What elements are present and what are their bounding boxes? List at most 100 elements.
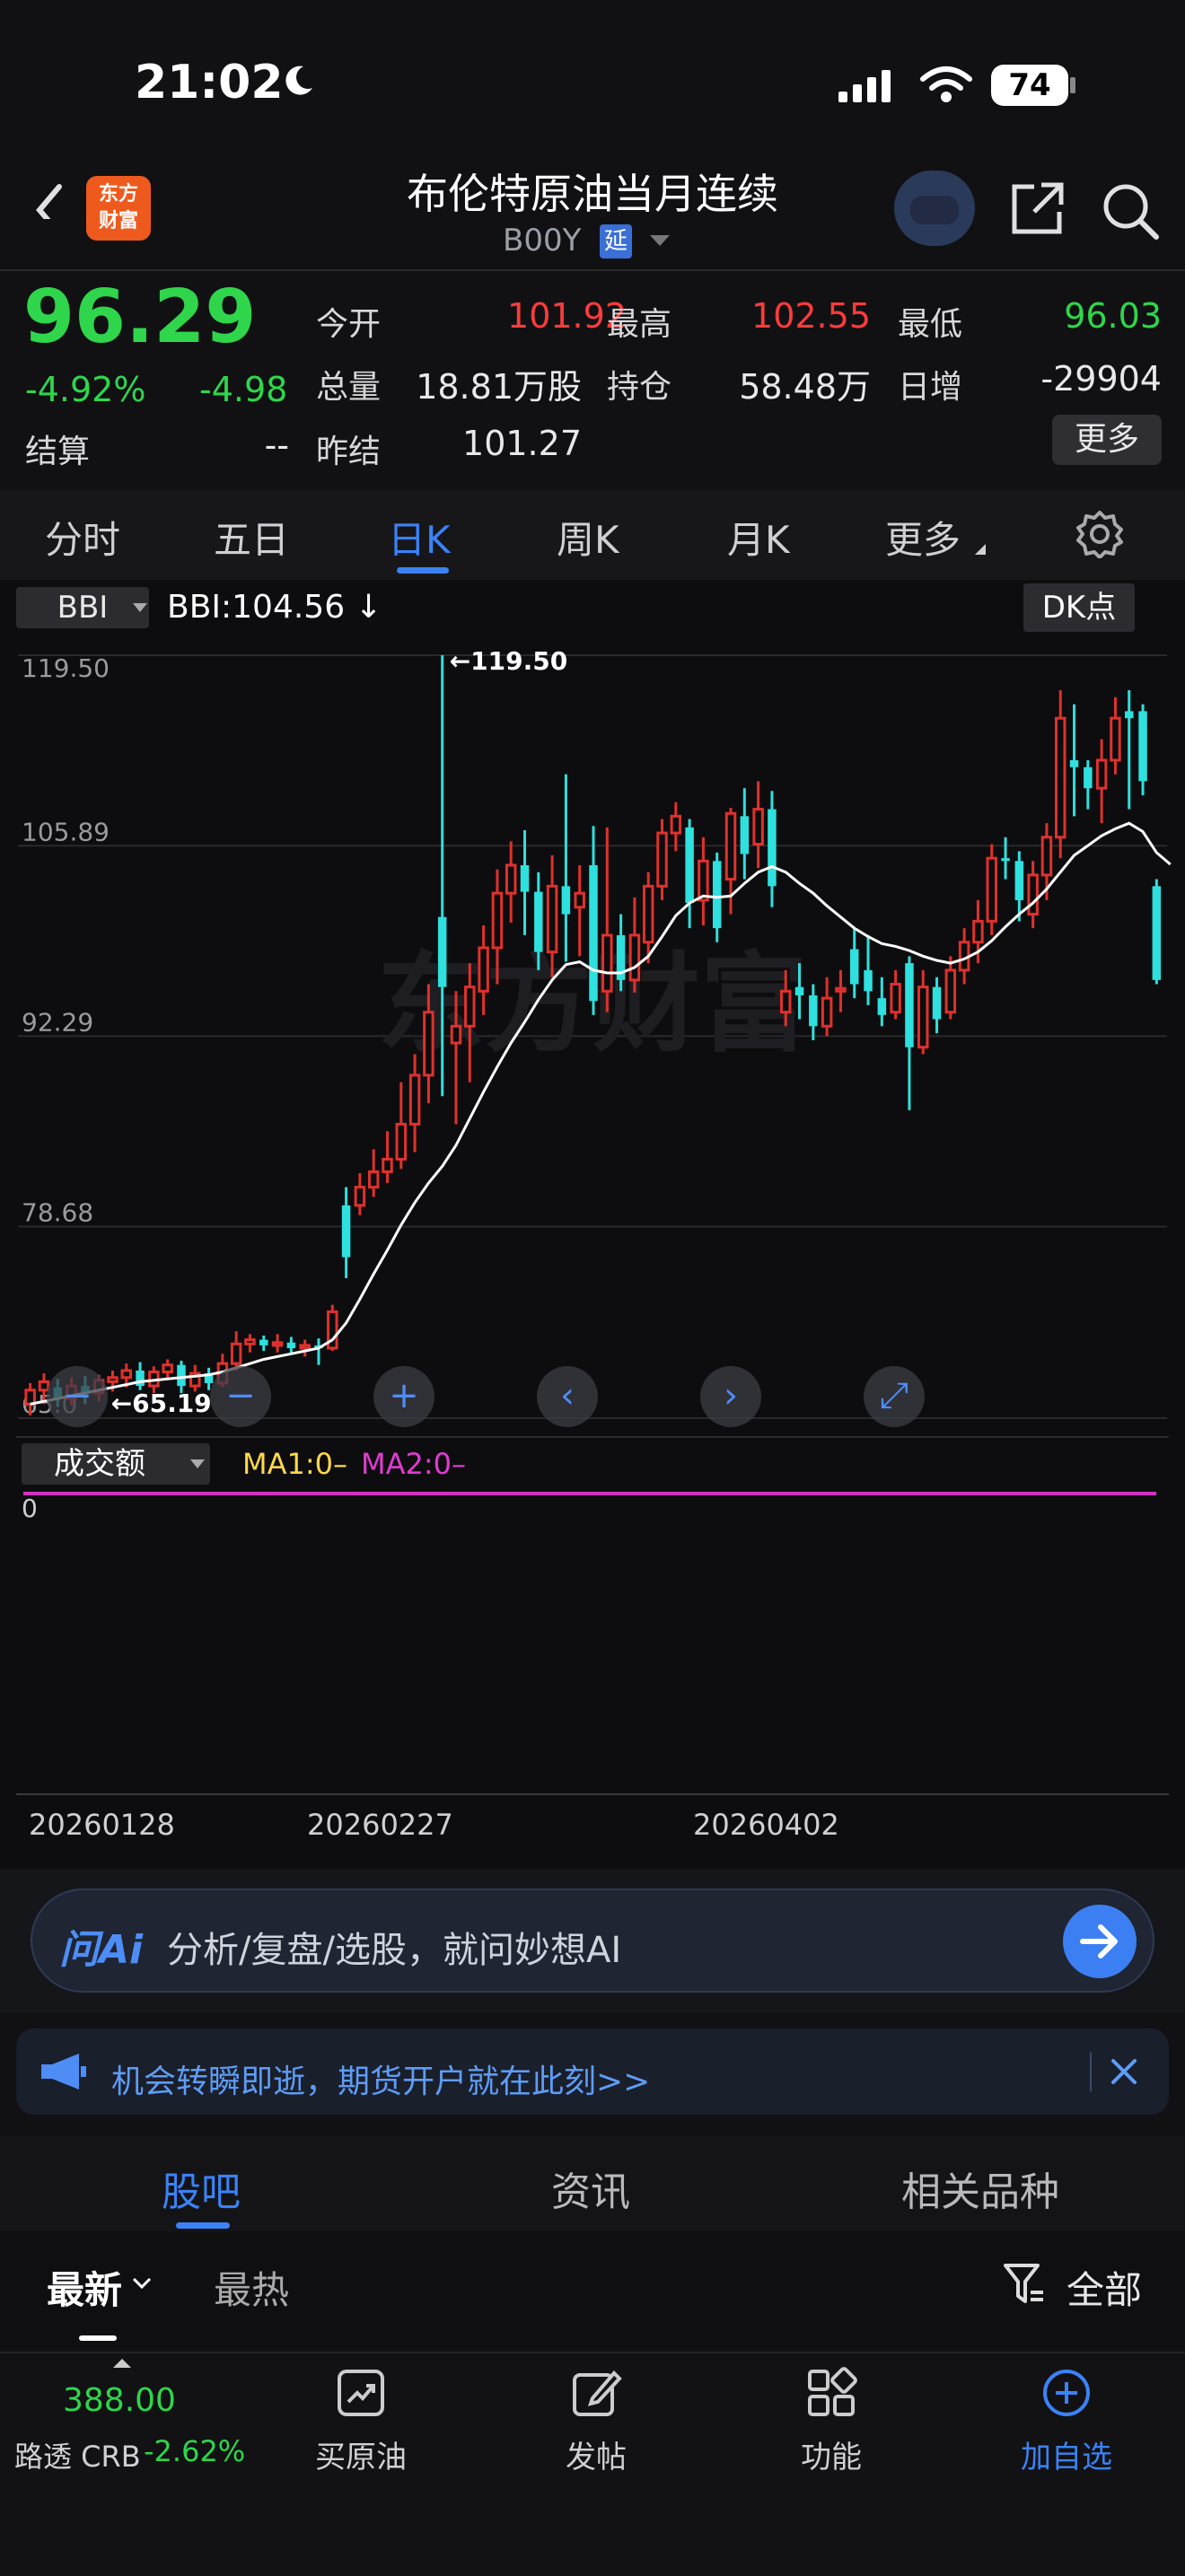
open-value: 101.92 bbox=[507, 296, 627, 336]
section-tab-indicator bbox=[176, 2222, 230, 2229]
zoom-in-button[interactable]: + bbox=[373, 1366, 434, 1427]
candlestick-chart[interactable]: 119.50105.8992.2978.6865.0东方财富←119.50←65… bbox=[0, 628, 1185, 1436]
add-watchlist-icon[interactable] bbox=[995, 2366, 1138, 2423]
candle-body bbox=[1027, 873, 1039, 916]
share-icon[interactable] bbox=[1007, 180, 1066, 239]
candle-body bbox=[986, 856, 997, 923]
candle-body bbox=[740, 816, 750, 854]
status-bar: 21:02 74 bbox=[0, 0, 1185, 171]
tab-five-day[interactable]: 五日 bbox=[214, 510, 289, 565]
candle-body bbox=[120, 1369, 133, 1380]
dk-point-button[interactable]: DK点 bbox=[1023, 583, 1135, 632]
bbi-line bbox=[30, 821, 1172, 1406]
candle-body bbox=[932, 986, 942, 1020]
volume-dropdown-icon bbox=[190, 1459, 205, 1468]
buy-oil-icon[interactable] bbox=[289, 2366, 433, 2423]
candle-body bbox=[1095, 758, 1108, 790]
minus-button[interactable]: − bbox=[210, 1366, 271, 1427]
promo-divider bbox=[1090, 2052, 1092, 2091]
min-price-label: ←65.19 bbox=[111, 1389, 212, 1418]
filter-icon[interactable] bbox=[1002, 2260, 1047, 2307]
tab-more[interactable]: 更多 bbox=[885, 510, 961, 565]
candle-body bbox=[491, 891, 504, 950]
tab-timeshare[interactable]: 分时 bbox=[45, 510, 120, 565]
feed-filter-all[interactable]: 全部 bbox=[1066, 2260, 1142, 2315]
header-divider bbox=[0, 269, 1185, 271]
settle-value: -- bbox=[264, 425, 289, 465]
daily-increase-value: -29904 bbox=[1040, 359, 1162, 399]
indicator-selector[interactable]: BBI bbox=[16, 587, 149, 628]
chevron-down-icon bbox=[132, 2277, 152, 2290]
nav-add-watchlist[interactable]: 加自选 bbox=[995, 2432, 1138, 2476]
candle-body bbox=[561, 886, 571, 915]
volume-indicator-selector[interactable]: 成交额 bbox=[22, 1443, 210, 1485]
open-interest-label: 持仓 bbox=[607, 369, 672, 406]
indicator-dropdown-icon bbox=[133, 603, 147, 612]
open-interest-value: 58.48万 bbox=[739, 367, 871, 407]
change-percent: -4.92% bbox=[25, 370, 146, 409]
more-quote-button[interactable]: 更多 bbox=[1052, 415, 1162, 465]
y-tick-label: 105.89 bbox=[22, 817, 110, 846]
candle-body bbox=[244, 1338, 256, 1345]
close-icon[interactable] bbox=[1110, 2057, 1138, 2086]
functions-icon[interactable] bbox=[759, 2366, 903, 2423]
candle-body bbox=[628, 933, 641, 982]
ai-input-placeholder[interactable]: 分析/复盘/选股，就问妙想AI bbox=[167, 1921, 621, 1973]
candle-body bbox=[574, 891, 585, 909]
nav-functions[interactable]: 功能 bbox=[759, 2432, 903, 2476]
crb-name[interactable]: 路透 CRB bbox=[14, 2434, 141, 2475]
ai-send-button[interactable] bbox=[1063, 1905, 1137, 1978]
nav-buy-oil[interactable]: 买原油 bbox=[289, 2432, 433, 2476]
high-label: 最高 bbox=[607, 306, 672, 343]
crb-price[interactable]: 388.00 bbox=[63, 2382, 176, 2419]
candle-body bbox=[1054, 716, 1066, 839]
volume-value: 18.81万股 bbox=[416, 367, 582, 407]
feed-tab-hot[interactable]: 最热 bbox=[214, 2260, 289, 2315]
promo-text[interactable]: 机会转瞬即逝，期货开户就在此刻>> bbox=[111, 2055, 650, 2102]
crb-change[interactable]: -2.62% bbox=[144, 2434, 245, 2468]
candle-body bbox=[177, 1364, 186, 1387]
candle-body bbox=[1110, 716, 1121, 762]
zoom-out-button[interactable]: − bbox=[47, 1366, 108, 1427]
candle-body bbox=[905, 963, 914, 1047]
battery-icon: 74 bbox=[991, 65, 1068, 106]
date-label: 20260402 bbox=[693, 1808, 839, 1842]
candle-body bbox=[1069, 759, 1079, 767]
candle-body bbox=[367, 1170, 380, 1189]
date-label: 20260128 bbox=[29, 1808, 175, 1842]
tab-guba[interactable]: 股吧 bbox=[162, 2160, 241, 2217]
prev-settle-label: 昨结 bbox=[316, 434, 382, 470]
candle-body bbox=[821, 996, 833, 1028]
scroll-right-button[interactable]: › bbox=[700, 1366, 761, 1427]
candle-body bbox=[849, 949, 859, 985]
tab-related[interactable]: 相关品种 bbox=[901, 2160, 1059, 2217]
candle-body bbox=[864, 969, 873, 992]
candle-body bbox=[685, 827, 694, 904]
svg-text:‹: ‹ bbox=[560, 1375, 575, 1416]
volume-zero-tick: 0 bbox=[22, 1494, 38, 1523]
post-icon[interactable] bbox=[524, 2366, 668, 2423]
tab-weekly-k[interactable]: 周K bbox=[557, 510, 619, 565]
scroll-left-button[interactable]: ‹ bbox=[537, 1366, 598, 1427]
fullscreen-button[interactable]: ⤢ bbox=[864, 1366, 925, 1427]
tab-more-caret-icon bbox=[975, 544, 986, 555]
gear-icon[interactable] bbox=[1075, 510, 1124, 558]
tab-monthly-k[interactable]: 月K bbox=[727, 510, 790, 565]
tab-news[interactable]: 资讯 bbox=[551, 2160, 630, 2217]
candle-body bbox=[724, 811, 737, 881]
nav-post[interactable]: 发帖 bbox=[524, 2432, 668, 2476]
candle-body bbox=[768, 809, 777, 887]
candle-body bbox=[286, 1342, 296, 1349]
candle-body bbox=[299, 1344, 311, 1350]
feed-tab-latest[interactable]: 最新 bbox=[47, 2260, 122, 2315]
candle-body bbox=[1040, 836, 1053, 877]
code-dropdown-icon[interactable] bbox=[650, 235, 670, 246]
change-value: -4.98 bbox=[199, 370, 288, 409]
candle-body bbox=[408, 1073, 421, 1126]
search-icon[interactable] bbox=[1099, 180, 1162, 242]
volume-label: 总量 bbox=[316, 369, 382, 406]
candle-body bbox=[809, 994, 818, 1027]
candle-body bbox=[601, 933, 613, 993]
tab-daily-k[interactable]: 日K bbox=[388, 510, 451, 565]
ai-logo: 问Ai bbox=[59, 1927, 144, 1973]
